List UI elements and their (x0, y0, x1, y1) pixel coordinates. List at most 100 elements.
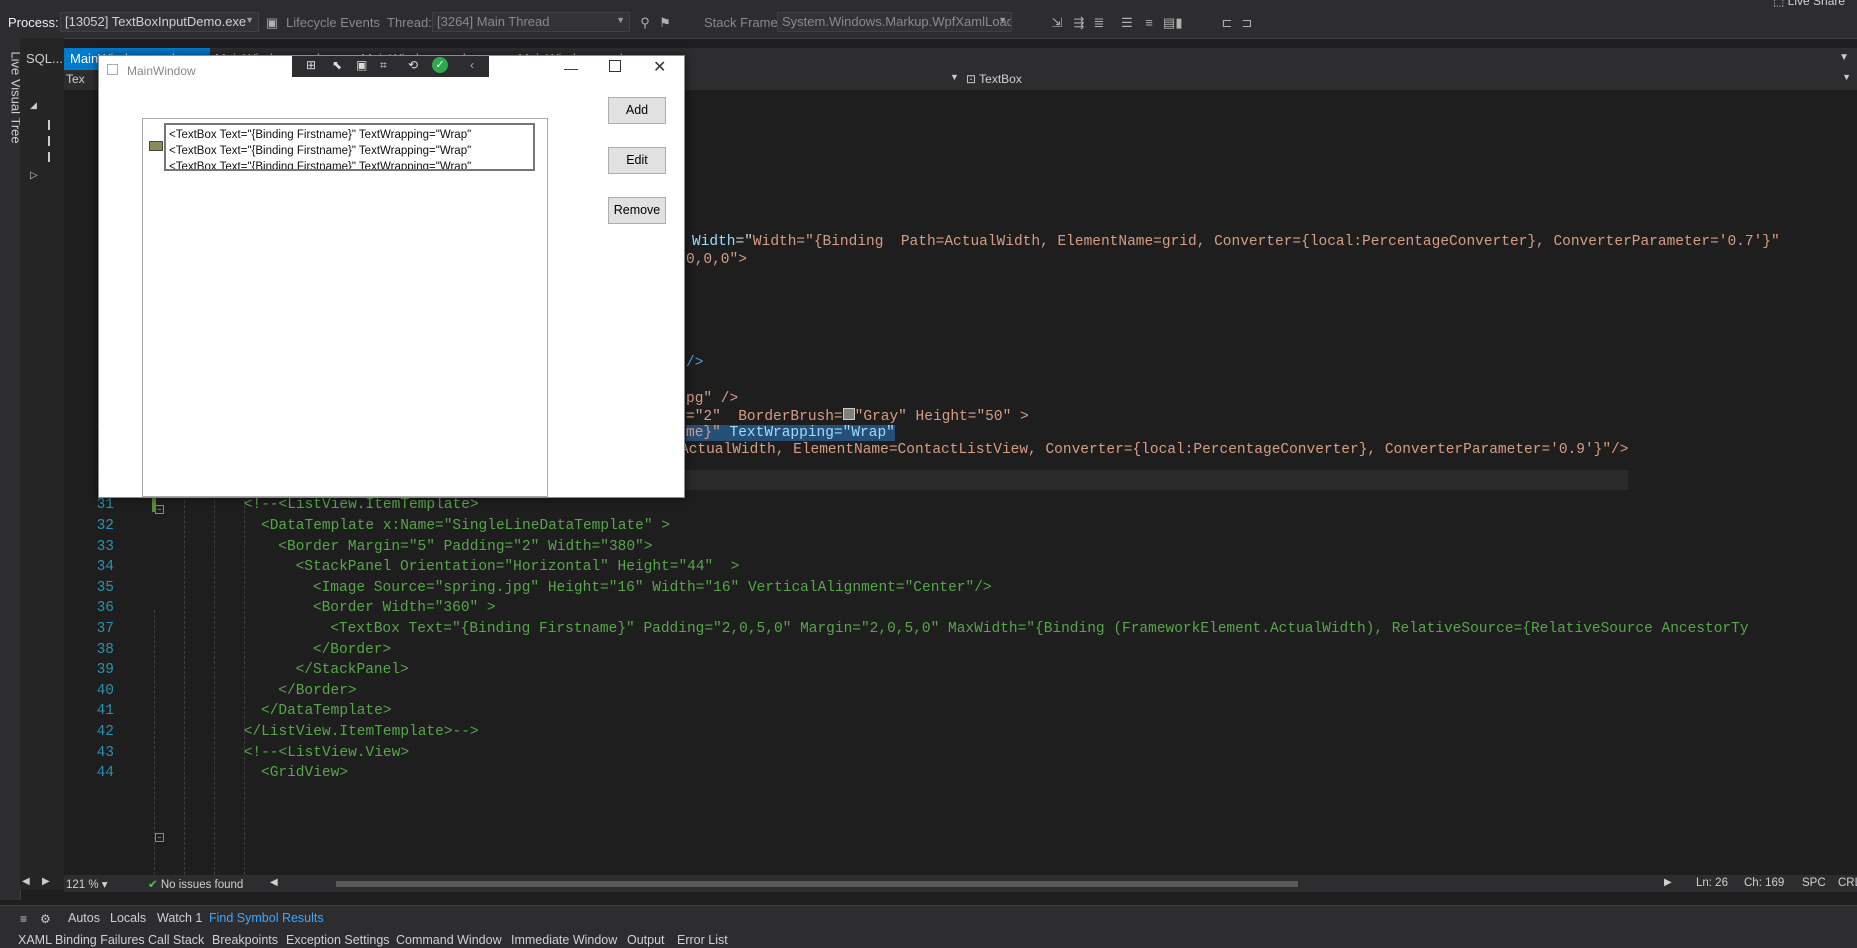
zoom-dropdown[interactable]: 121 % ▾ (66, 877, 108, 891)
issues-label: No issues found (160, 879, 244, 891)
minimize-icon[interactable]: — (564, 60, 578, 76)
flag-icon[interactable]: ⚑ (658, 16, 672, 30)
settings-icon[interactable]: ⚙ (40, 912, 51, 926)
window-titlebar[interactable]: MainWindow ⊞ ⬉ ▣ ⌗ ⟲ ✓ ‹ — ✕ (99, 56, 684, 86)
maximize-icon[interactable] (609, 60, 621, 72)
code-fragment: pg" /> (686, 391, 739, 407)
fold-collapse-icon[interactable]: − (155, 505, 164, 514)
tab-sql[interactable]: SQL... (20, 48, 69, 70)
panel-menu-icon[interactable]: ≡ (20, 912, 27, 926)
debug-location-toolbar: Process: [13052] TextBoxInputDemo.exe ▼ ▣… (0, 8, 1857, 39)
indent-icon[interactable]: ☰ (1120, 16, 1134, 30)
hot-reload-icon[interactable]: ⟲ (408, 58, 418, 72)
code-fragment: ="2" BorderBrush= "Gray" Height="50" > (686, 408, 1029, 425)
debug-tool-tabs-secondary: XAML Binding Failures Call Stack Breakpo… (0, 929, 1857, 948)
code-line: <Border Width="360" > (312, 600, 496, 617)
tab-error-list[interactable]: Error List (677, 933, 728, 947)
window-title: MainWindow (127, 64, 196, 78)
tab-command-window[interactable]: Command Window (396, 933, 502, 947)
parallel-stacks-icon[interactable]: ≣ (1092, 16, 1106, 30)
item-textbox[interactable]: <TextBox Text="{Binding Firstname}" Text… (169, 129, 471, 141)
code-fragment: /> (686, 355, 704, 371)
tab-output[interactable]: Output (627, 933, 665, 947)
issues-indicator[interactable]: ✔ No issues found (148, 877, 243, 891)
track-focus-icon[interactable]: ⌗ (380, 58, 387, 73)
tab-xaml-binding-failures[interactable]: XAML Binding Failures (18, 933, 145, 947)
code-fragment-text: TextWrapping="Wrap" (720, 425, 895, 441)
tab-exception-settings[interactable]: Exception Settings (286, 933, 390, 947)
lifecycle-events-icon[interactable]: ▣ (265, 16, 279, 30)
fold-collapse-icon[interactable]: − (155, 833, 164, 842)
chevron-down-icon: ▼ (998, 15, 1007, 25)
tab-call-stack[interactable]: Call Stack (148, 933, 204, 947)
process-label: Process: (8, 15, 59, 30)
close-icon[interactable]: ✕ (653, 57, 666, 77)
tree-collapse-icon[interactable]: ▷ (30, 170, 38, 181)
nav-right-label: TextBox (979, 72, 1022, 86)
tab-locals[interactable]: Locals (110, 911, 146, 925)
tab-watch-1[interactable]: Watch 1 (157, 911, 202, 925)
filter-icon[interactable]: ⚲ (638, 16, 652, 30)
display-adorners-icon[interactable]: ▣ (356, 58, 367, 72)
stack-frame-dropdown[interactable]: System.Windows.Markup.WpfXamlLoader ▼ (777, 12, 1012, 32)
panel-scroll-right-icon[interactable]: ▶ (42, 876, 50, 887)
tab-overflow-icon[interactable]: ▼ (1839, 52, 1849, 63)
scroll-right-icon[interactable]: ▶ (1664, 877, 1672, 888)
bookmark-next-icon[interactable]: ⊐ (1240, 16, 1254, 30)
thread-label: Thread: (387, 15, 432, 30)
live-share-label: Live Share (1787, 0, 1846, 8)
edit-button[interactable]: Edit (608, 147, 666, 174)
zoom-value: 121 % (66, 879, 99, 891)
horizontal-scrollbar-thumb[interactable] (336, 881, 1298, 887)
chevron-down-icon[interactable]: ▼ (1842, 72, 1851, 82)
item-textbox[interactable]: <TextBox Text="{Binding Firstname}" Text… (169, 145, 471, 157)
code-line: <DataTemplate x:Name="SingleLineDataTemp… (261, 518, 670, 534)
tree-expand-icon[interactable]: ◢ (30, 100, 37, 111)
line-number: 32 (96, 518, 114, 534)
selected-list-item[interactable]: <TextBox Text="{Binding Firstname}" Text… (164, 123, 535, 171)
line-number: 35 (96, 579, 114, 596)
running-app-window[interactable]: MainWindow ⊞ ⬉ ▣ ⌗ ⟲ ✓ ‹ — ✕ <TextBox Te… (98, 55, 685, 498)
code-line: </Border> (312, 641, 392, 658)
tab-breakpoints[interactable]: Breakpoints (212, 933, 278, 947)
code-line: </Border> (278, 682, 357, 699)
nav-left-dropdown[interactable]: Tex (66, 72, 85, 86)
remove-button[interactable]: Remove (608, 197, 666, 224)
select-element-icon[interactable]: ⬉ (332, 58, 342, 72)
gray-swatch-icon (842, 408, 855, 420)
nav-right-dropdown[interactable]: ⊡ TextBox (966, 72, 1022, 86)
bookmark-prev-icon[interactable]: ⊏ (1220, 16, 1234, 30)
thread-dropdown[interactable]: [3264] Main Thread ▼ (432, 12, 630, 32)
lifecycle-events-label[interactable]: Lifecycle Events (286, 15, 380, 30)
bookmark-icon[interactable]: ▮ (1172, 16, 1186, 30)
add-button[interactable]: Add (608, 97, 666, 124)
go-to-live-tree-icon[interactable]: ⊞ (306, 58, 316, 72)
line-number: 37 (96, 621, 114, 637)
menu-strip (0, 0, 1857, 8)
step-icon[interactable]: ⇲ (1050, 16, 1064, 30)
debug-tool-tabs: ≡ ⚙ Autos Locals Watch 1 Find Symbol Res… (0, 905, 1857, 930)
collapse-toolbar-icon[interactable]: ‹ (470, 58, 474, 72)
code-fragment-text: me}" (686, 425, 721, 441)
tree-line (48, 152, 50, 162)
show-threads-icon[interactable]: ⇶ (1072, 16, 1086, 30)
chevron-down-icon[interactable]: ▼ (950, 72, 959, 82)
tab-autos[interactable]: Autos (68, 911, 100, 925)
tab-immediate-window[interactable]: Immediate Window (511, 933, 617, 947)
code-line: <!--<ListView.ItemTemplate> (243, 497, 479, 514)
process-dropdown[interactable]: [13052] TextBoxInputDemo.exe ▼ (60, 12, 259, 32)
editor-status-bar: 121 % ▾ ✔ No issues found ◀ ▶ Ln: 26 Ch:… (64, 875, 1857, 892)
code-fragment-text: Width="{Binding Path=ActualWidth, Elemen… (752, 234, 1780, 250)
code-line: </ListView.ItemTemplate>--> (243, 724, 479, 740)
outdent-icon[interactable]: ≡ (1142, 16, 1156, 30)
tab-find-symbol-results[interactable]: Find Symbol Results (209, 911, 324, 925)
item-textbox[interactable]: <TextBox Text="{Binding Firstname}" Text… (169, 161, 471, 169)
current-line-highlight (676, 470, 1628, 490)
code-fragment-text: "Gray" Height="50" > (854, 409, 1029, 425)
live-visual-tree-panel: ◢ ▷ (20, 38, 64, 890)
contact-list-view[interactable]: <TextBox Text="{Binding Firstname}" Text… (142, 118, 548, 497)
live-share-button[interactable]: ⬚ Live Share (1773, 0, 1845, 8)
panel-scroll-left-icon[interactable]: ◀ (22, 876, 30, 887)
check-icon[interactable]: ✓ (432, 57, 448, 73)
scroll-left-icon[interactable]: ◀ (270, 877, 278, 888)
